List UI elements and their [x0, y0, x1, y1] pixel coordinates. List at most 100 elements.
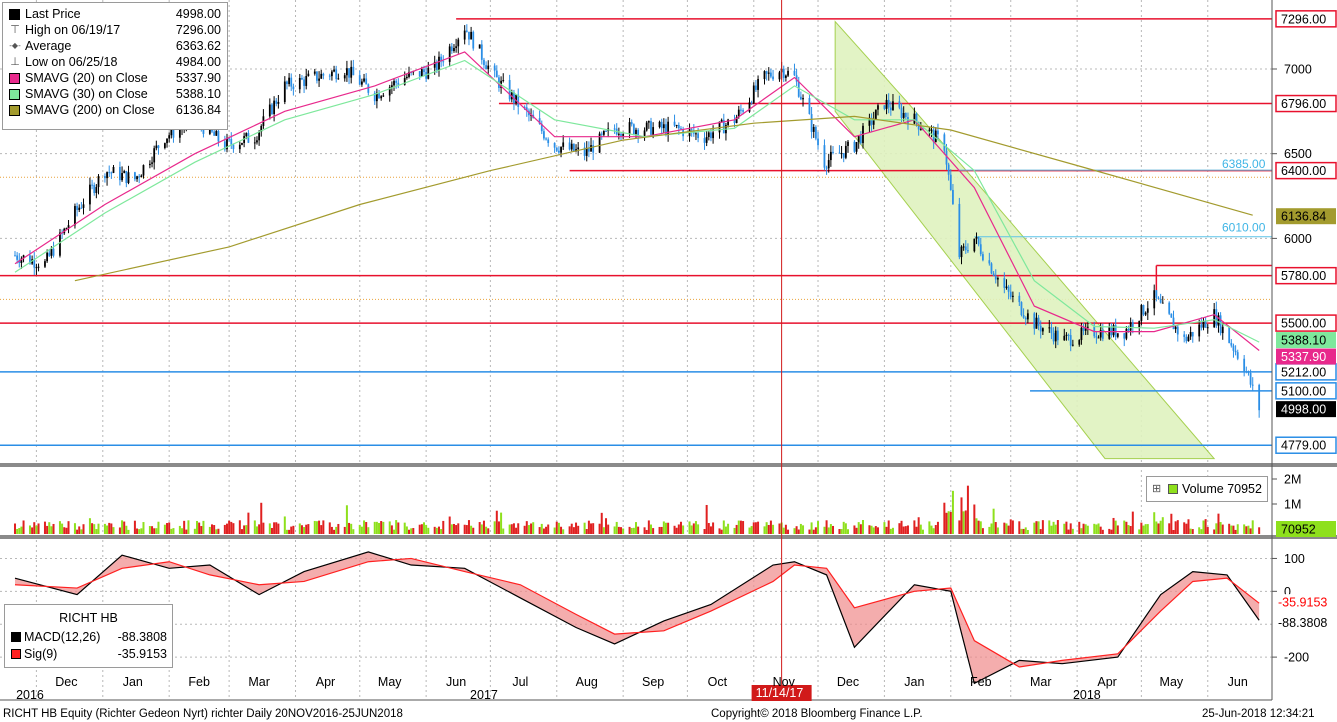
- volume-bar: [390, 525, 393, 534]
- volume-bar: [63, 527, 66, 534]
- volume-bar: [808, 529, 811, 534]
- x-tick-label: Jan: [904, 675, 924, 689]
- volume-bar: [996, 527, 999, 534]
- price-bar-body: [232, 144, 235, 150]
- price-bar-body: [1187, 336, 1190, 342]
- volume-bar: [352, 529, 355, 534]
- price-bar-body: [1116, 333, 1119, 337]
- volume-bar: [330, 526, 333, 534]
- volume-bar: [1172, 529, 1175, 534]
- volume-bar: [405, 526, 408, 534]
- price-bar-body: [485, 65, 488, 70]
- volume-bar: [799, 523, 802, 534]
- price-bar-body: [320, 73, 323, 79]
- price-bar-body: [245, 133, 248, 137]
- price-bar-body: [943, 134, 946, 151]
- volume-bar: [613, 526, 616, 534]
- volume-bar: [275, 522, 278, 534]
- volume-bar: [198, 522, 201, 534]
- volume-bar: [480, 524, 483, 534]
- volume-bar: [795, 526, 798, 534]
- volume-bar: [108, 522, 111, 534]
- x-tick-label: Apr: [1097, 675, 1116, 689]
- macd-tick-label: 100: [1284, 552, 1305, 566]
- price-bar-body: [673, 121, 676, 126]
- volume-bar: [82, 524, 85, 534]
- volume-bar: [825, 520, 828, 534]
- volume-bar: [637, 526, 640, 534]
- volume-bar: [200, 526, 203, 534]
- price-bar-body: [802, 98, 804, 100]
- price-bar-body: [448, 46, 451, 62]
- volume-bar: [748, 527, 751, 534]
- volume-bar: [170, 528, 173, 534]
- volume-bar: [238, 520, 241, 534]
- volume-bar: [990, 523, 993, 534]
- volume-bar: [33, 522, 36, 534]
- price-bar-body: [307, 73, 310, 77]
- volume-bar: [1037, 521, 1040, 534]
- volume-bar: [193, 528, 196, 534]
- price-bar-body: [632, 124, 635, 135]
- volume-bar: [121, 520, 124, 534]
- volume-bar: [874, 526, 877, 534]
- price-bar-body: [241, 142, 243, 145]
- price-bar-body: [127, 172, 130, 184]
- volume-bar: [677, 524, 680, 534]
- legend-swatch: [1168, 484, 1178, 494]
- volume-bar: [1112, 517, 1115, 534]
- volume-bar: [232, 523, 235, 534]
- price-bar-body: [1052, 333, 1055, 342]
- volume-bar: [722, 520, 725, 534]
- volume-bar: [142, 522, 145, 534]
- volume-bar: [125, 525, 128, 534]
- price-bar-body: [1050, 327, 1053, 334]
- price-bar-body: [1127, 328, 1130, 331]
- price-bar-body: [1005, 286, 1008, 288]
- volume-bar: [793, 528, 796, 534]
- volume-bar: [1097, 523, 1100, 534]
- price-bar-body: [1251, 384, 1254, 386]
- volume-bar: [555, 521, 558, 534]
- price-bar-body: [996, 278, 999, 280]
- volume-bar: [378, 522, 381, 534]
- price-bar-body: [877, 105, 879, 110]
- volume-bar: [765, 522, 768, 534]
- price-bar-body: [14, 255, 16, 257]
- volume-bar: [298, 523, 301, 534]
- price-bar-body: [799, 96, 802, 100]
- volume-bar: [97, 523, 100, 534]
- volume-bar: [285, 529, 288, 534]
- price-bar-body: [343, 75, 346, 79]
- volume-bar: [427, 527, 430, 534]
- price-bar-body: [832, 151, 834, 153]
- volume-bar: [228, 520, 231, 534]
- volume-tick-label: 2M: [1284, 473, 1301, 487]
- volume-bar: [1005, 523, 1008, 534]
- price-bar-body: [76, 206, 78, 211]
- price-bar-body: [283, 81, 286, 103]
- price-bar-body: [620, 133, 622, 136]
- price-bar-body: [647, 121, 650, 123]
- expand-icon[interactable]: ⊞: [1152, 477, 1161, 501]
- level-tag: 5212.00: [1275, 363, 1337, 381]
- volume-bar: [1189, 528, 1192, 534]
- price-bar-body: [1200, 324, 1203, 328]
- annotation-label: 6010.00: [1222, 221, 1266, 235]
- price-bar-body: [78, 207, 81, 211]
- volume-bar: [1108, 528, 1111, 534]
- legend-value: 5337.90: [175, 71, 221, 85]
- price-bar-body: [268, 104, 271, 117]
- price-bar-body: [74, 206, 76, 226]
- price-bar-body: [628, 122, 631, 135]
- legend-label: High on 06/19/17: [25, 23, 121, 37]
- price-bar-body: [142, 165, 145, 176]
- volume-bar: [1039, 529, 1042, 534]
- volume-bar: [408, 529, 411, 534]
- price-bar-body: [720, 119, 723, 122]
- volume-bar: [1155, 521, 1158, 534]
- volume-bar: [487, 528, 490, 534]
- price-bar-body: [1039, 325, 1042, 332]
- price-bar-body: [658, 121, 661, 128]
- volume-bar: [1191, 529, 1194, 534]
